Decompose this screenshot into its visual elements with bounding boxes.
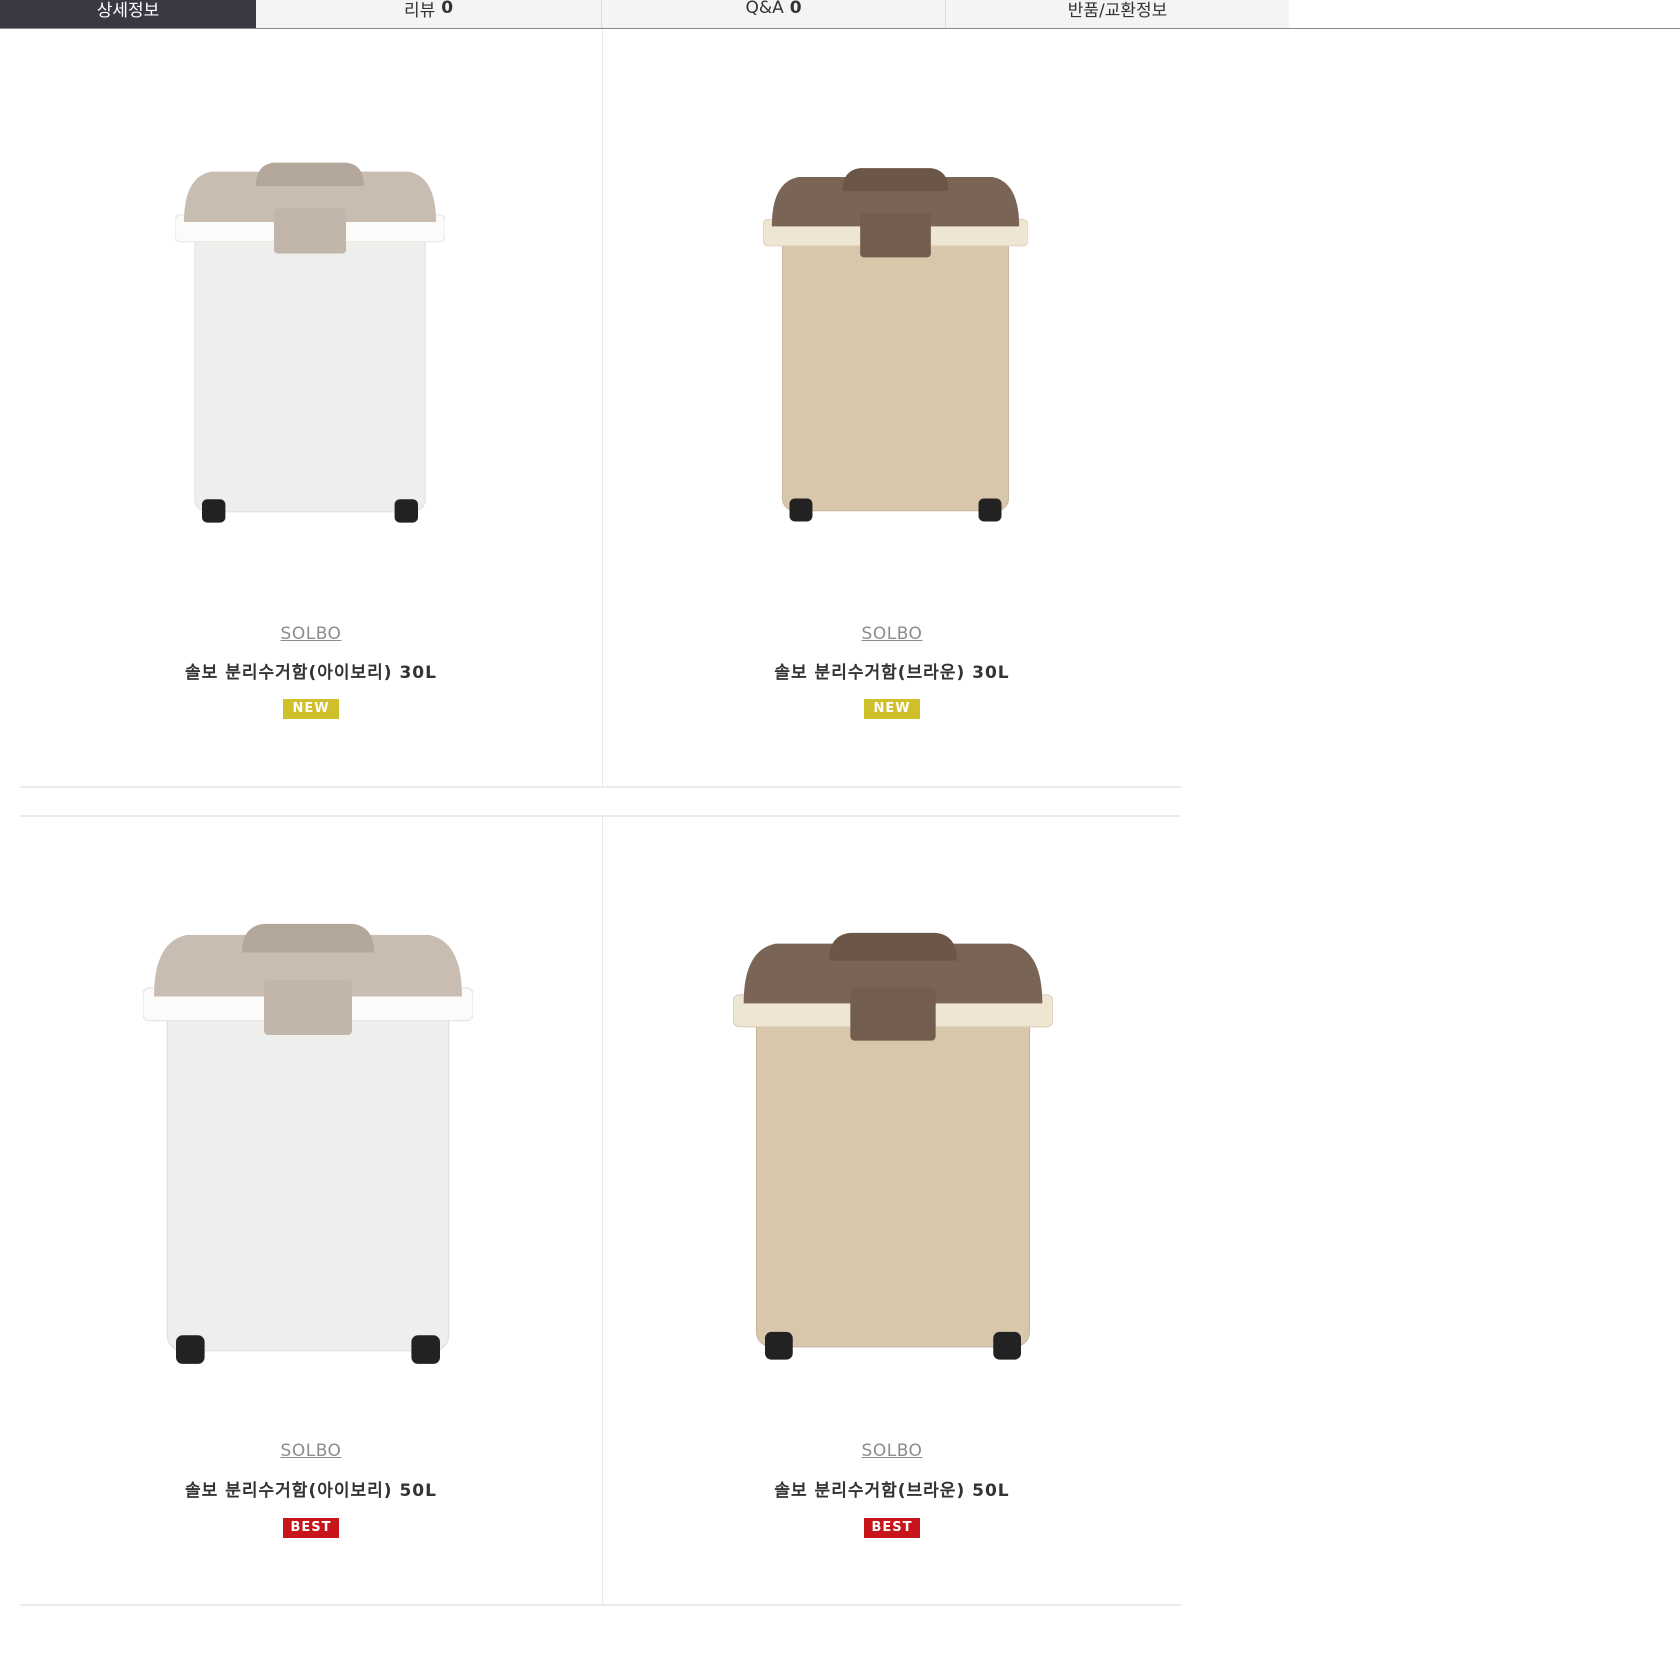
brand-link[interactable]: SOLBO — [603, 1441, 1181, 1461]
tab-count: 0 — [789, 0, 802, 18]
product-card[interactable]: SOLBO 솔보 분리수거함(아이보리) 30L NEW — [20, 30, 602, 786]
tab-qna[interactable]: Q&A 0 — [601, 0, 945, 28]
row-divider — [20, 1604, 1181, 1606]
brand-link[interactable]: SOLBO — [20, 624, 602, 644]
detail-tab-bar: 상세정보 리뷰 0 Q&A 0 반품/교환정보 — [0, 0, 1680, 29]
product-name[interactable]: 솔보 분리수거함(아이보리) 30L — [20, 658, 602, 683]
product-name[interactable]: 솔보 분리수거함(브라운) 30L — [603, 658, 1181, 683]
row-divider — [20, 786, 1181, 788]
brand-link[interactable]: SOLBO — [603, 624, 1181, 644]
tab-detail-info[interactable]: 상세정보 — [0, 0, 256, 28]
product-card[interactable]: SOLBO 솔보 분리수거함(브라운) 30L NEW — [603, 30, 1181, 786]
product-card[interactable]: SOLBO 솔보 분리수거함(아이보리) 50L BEST — [20, 816, 602, 1604]
brand-link[interactable]: SOLBO — [20, 1441, 602, 1461]
ivory-bin-icon[interactable] — [175, 125, 445, 580]
tab-label: 반품/교환정보 — [1067, 0, 1168, 21]
best-badge: BEST — [283, 1518, 339, 1538]
product-name[interactable]: 솔보 분리수거함(아이보리) 50L — [20, 1476, 602, 1501]
product-name[interactable]: 솔보 분리수거함(브라운) 50L — [603, 1476, 1181, 1501]
tab-count: 0 — [441, 0, 454, 18]
product-card[interactable]: SOLBO 솔보 분리수거함(브라운) 50L BEST — [603, 816, 1181, 1604]
tab-label: 상세정보 — [96, 0, 160, 21]
tab-label: Q&A — [745, 0, 784, 18]
new-badge: NEW — [864, 699, 920, 719]
tab-label: 리뷰 — [403, 0, 436, 21]
tab-review[interactable]: 리뷰 0 — [256, 0, 601, 28]
ivory-bin-icon[interactable] — [143, 896, 473, 1416]
tab-return-exchange[interactable]: 반품/교환정보 — [945, 0, 1289, 28]
brown-bin-icon[interactable] — [733, 898, 1053, 1418]
brown-bin-icon[interactable] — [763, 127, 1028, 582]
best-badge: BEST — [864, 1518, 920, 1538]
new-badge: NEW — [283, 699, 339, 719]
